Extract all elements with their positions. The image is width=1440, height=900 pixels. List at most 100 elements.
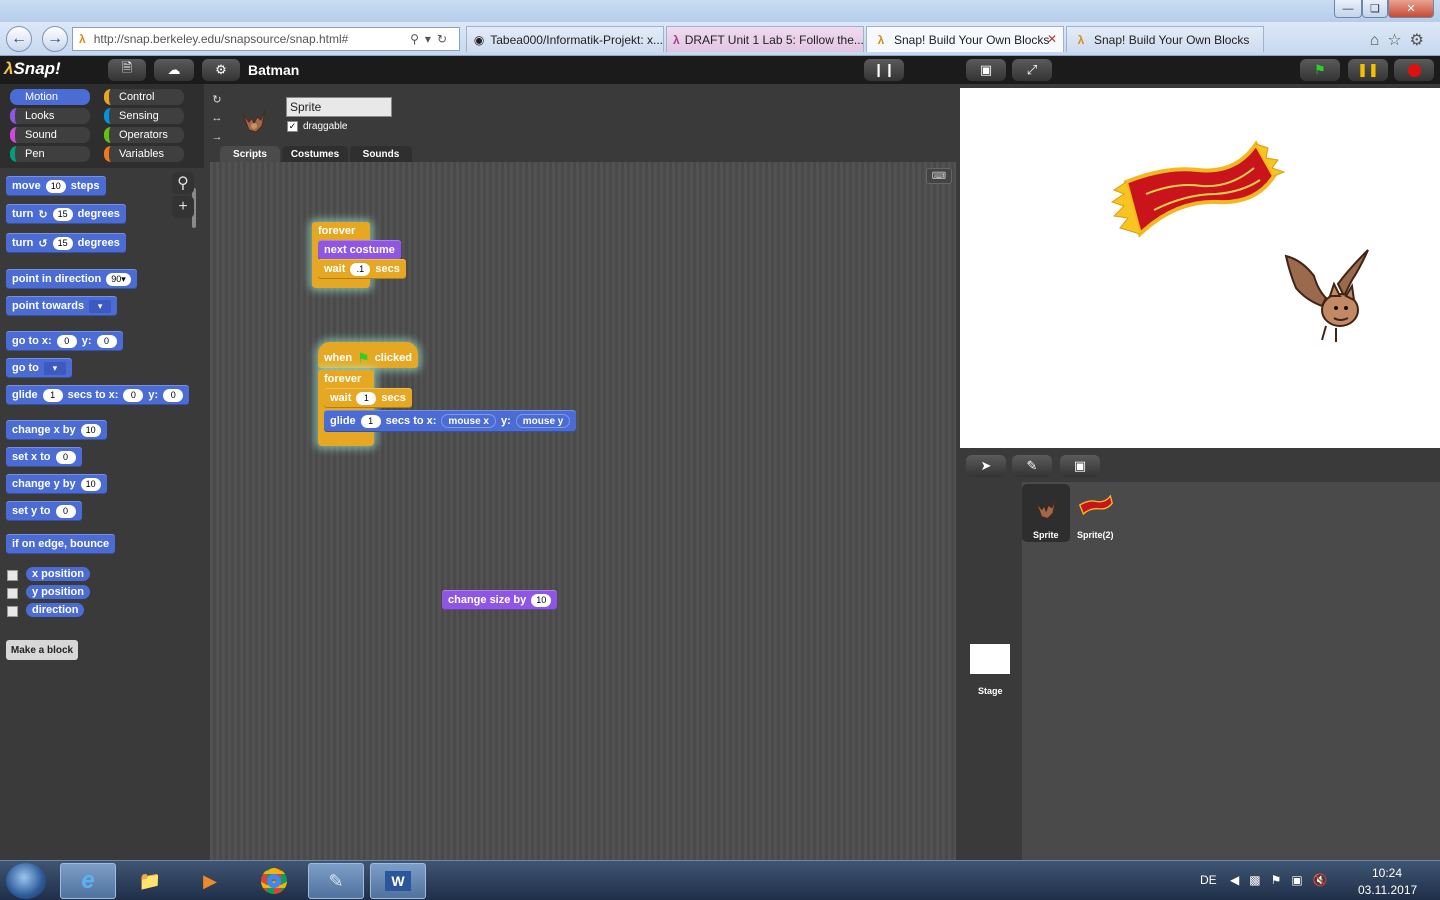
category-motion[interactable]: Motion xyxy=(10,89,90,105)
chrome-icon[interactable] xyxy=(246,863,302,899)
magic-carpet-sprite[interactable] xyxy=(1106,130,1290,252)
add-block-button[interactable]: + xyxy=(172,196,194,218)
internet-explorer-icon[interactable]: e xyxy=(60,863,116,899)
stage[interactable] xyxy=(960,88,1440,448)
footprints-icon: ❙❙ xyxy=(873,62,895,77)
stop-button[interactable] xyxy=(1394,59,1434,81)
block-next-costume[interactable]: next costume xyxy=(318,240,401,260)
normal-stage-button[interactable]: ▣ xyxy=(966,59,1006,81)
browser-toolbar-icons[interactable]: ⌂☆⚙ xyxy=(1370,30,1432,50)
tab-sounds[interactable]: Sounds xyxy=(350,146,412,162)
rotation-none-icon[interactable]: → xyxy=(210,130,224,144)
block-go-to[interactable]: go to ▾ xyxy=(6,358,72,378)
pause-button[interactable]: ❚❚ xyxy=(1348,59,1388,81)
search-blocks-button[interactable]: ⚲ xyxy=(172,172,194,194)
address-tools[interactable]: ⚲▾↻ xyxy=(410,32,453,46)
add-turtle-sprite-button[interactable]: ➤ xyxy=(966,455,1006,477)
snap-logo[interactable]: λSnap! xyxy=(4,59,61,79)
media-player-icon[interactable]: ▶ xyxy=(182,863,238,899)
action-center-flag-icon: ⚑ xyxy=(1270,873,1292,887)
file-explorer-icon[interactable]: 📁 xyxy=(122,863,178,899)
block-wait[interactable]: wait .1 secs xyxy=(318,259,406,279)
close-window-button[interactable]: ✕ xyxy=(1388,0,1434,18)
tab-costumes[interactable]: Costumes xyxy=(282,146,348,162)
category-pen[interactable]: Pen xyxy=(10,146,90,162)
bat-sprite[interactable] xyxy=(1282,248,1374,344)
home-icon[interactable]: ⌂ xyxy=(1370,32,1388,49)
watcher-checkbox-direction[interactable] xyxy=(7,606,18,617)
address-bar[interactable]: λ http://snap.berkeley.edu/snapsource/sn… xyxy=(72,27,460,51)
block-set-y[interactable]: set y to 0 xyxy=(6,501,82,521)
cloud-menu-button[interactable]: ☁ xyxy=(154,59,194,81)
sprite-name-input[interactable]: Sprite xyxy=(286,97,392,117)
block-change-y[interactable]: change y by 10 xyxy=(6,474,107,494)
reporter-mouse-x[interactable]: mouse x xyxy=(441,414,496,428)
dropdown-icon[interactable]: ▾ xyxy=(43,361,66,375)
rotation-leftright-icon[interactable]: ↔ xyxy=(210,111,224,125)
tab-bjc-draft[interactable]: λ DRAFT Unit 1 Lab 5: Follow the... xyxy=(666,26,864,52)
dropdown-icon[interactable]: ▾ xyxy=(89,299,112,313)
block-if-on-edge-bounce[interactable]: if on edge, bounce xyxy=(6,534,116,554)
watcher-checkbox-y-position[interactable] xyxy=(7,588,18,599)
forward-button[interactable]: → xyxy=(42,26,68,52)
maximize-button[interactable]: ❏ xyxy=(1362,0,1388,18)
tray-icons[interactable]: ◀▩⚑▣🔇 xyxy=(1230,873,1338,887)
reporter-x-position[interactable]: x position xyxy=(26,567,90,581)
block-point-in-direction[interactable]: point in direction 90 ▾ xyxy=(6,269,137,289)
keyboard-icon[interactable]: ⌨ xyxy=(926,168,952,184)
block-set-x[interactable]: set x to 0 xyxy=(6,447,82,467)
rotation-any-icon[interactable]: ↻ xyxy=(210,92,224,106)
category-operators[interactable]: Operators xyxy=(104,127,184,143)
block-turn-clockwise[interactable]: turn ↻ 15 degrees xyxy=(6,204,126,224)
presentation-mode-button[interactable]: ⤢ xyxy=(1012,59,1052,81)
tab-scripts[interactable]: Scripts xyxy=(220,146,280,162)
scripting-area[interactable]: ⌨ forever next costume wait .1 secs when ⚑ c… xyxy=(210,162,956,860)
category-sensing[interactable]: Sensing xyxy=(104,108,184,124)
stage-selector[interactable]: Stage xyxy=(956,482,1022,860)
block-wait[interactable]: wait 1 secs xyxy=(324,388,412,408)
block-when-flag-clicked[interactable]: when ⚑ clicked xyxy=(318,342,418,368)
paint-new-sprite-button[interactable]: ✎ xyxy=(1012,455,1052,477)
close-tab-icon[interactable]: ✕ xyxy=(1047,32,1057,46)
corral-sprite-selected[interactable]: Sprite xyxy=(1022,484,1070,542)
file-menu-button[interactable]: 🗎 xyxy=(108,59,146,81)
minimize-button[interactable]: — xyxy=(1334,0,1362,18)
clock-date[interactable]: 03.11.2017 xyxy=(1358,883,1417,897)
green-flag-button[interactable]: ⚑ xyxy=(1300,59,1340,81)
block-move[interactable]: move 10 steps xyxy=(6,176,106,196)
clock-time[interactable]: 10:24 xyxy=(1372,866,1402,880)
keyboard-entry-button[interactable]: ❙❙ xyxy=(864,59,904,81)
reporter-direction[interactable]: direction xyxy=(26,603,85,617)
category-variables[interactable]: Variables xyxy=(104,146,184,162)
category-sound[interactable]: Sound xyxy=(10,127,90,143)
notepad-icon[interactable]: ✎ xyxy=(308,863,364,899)
block-change-size[interactable]: change size by 10 xyxy=(442,590,558,610)
word-icon[interactable]: W xyxy=(370,863,426,899)
make-a-block-button[interactable]: Make a block xyxy=(6,640,78,660)
tab-github[interactable]: ◉ Tabea000/Informatik-Projekt: x... xyxy=(466,26,664,52)
settings-menu-button[interactable]: ⚙ xyxy=(202,59,240,81)
category-control[interactable]: Control xyxy=(104,89,184,105)
tab-snap-active[interactable]: λ Snap! Build Your Own Blocks ✕ xyxy=(866,26,1064,52)
block-glide-to-mouse[interactable]: glide 1 secs to x: mouse x y: mouse y xyxy=(324,410,577,432)
tab-snap[interactable]: λ Snap! Build Your Own Blocks xyxy=(1066,26,1264,52)
block-glide[interactable]: glide 1 secs to x: 0 y: 0 xyxy=(6,385,190,405)
block-turn-counterclockwise[interactable]: turn ↺ 15 degrees xyxy=(6,233,126,253)
stage-thumbnail[interactable] xyxy=(970,644,1010,674)
favorites-star-icon[interactable]: ☆ xyxy=(1387,32,1409,49)
block-change-x[interactable]: change x by 10 xyxy=(6,420,107,440)
reporter-y-position[interactable]: y position xyxy=(26,585,90,599)
language-indicator[interactable]: DE xyxy=(1200,873,1217,887)
reporter-mouse-y[interactable]: mouse y xyxy=(515,414,571,428)
category-looks[interactable]: Looks xyxy=(10,108,90,124)
corral-sprite-2[interactable]: Sprite(2) xyxy=(1074,484,1122,542)
back-button[interactable]: ← xyxy=(6,26,32,52)
draggable-checkbox[interactable]: ✓ xyxy=(287,121,298,132)
start-button[interactable] xyxy=(6,863,46,899)
settings-gear-icon[interactable]: ⚙ xyxy=(1410,32,1432,49)
watcher-checkbox-x-position[interactable] xyxy=(7,570,18,581)
window-titlebar: — ❏ ✕ xyxy=(0,0,1440,22)
camera-sprite-button[interactable]: ▣ xyxy=(1060,455,1100,477)
block-point-towards[interactable]: point towards ▾ xyxy=(6,296,118,316)
block-go-to-xy[interactable]: go to x: 0 y: 0 xyxy=(6,331,123,351)
